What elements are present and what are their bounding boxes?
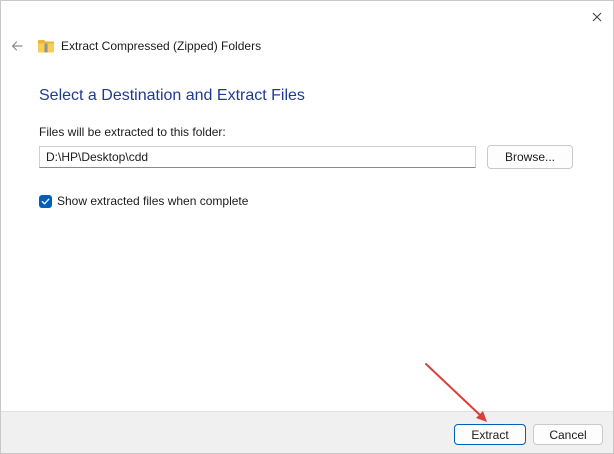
dialog-header: Extract Compressed (Zipped) Folders xyxy=(7,35,261,57)
cancel-button[interactable]: Cancel xyxy=(533,424,603,445)
dialog-footer: Extract Cancel xyxy=(1,411,613,453)
extract-button[interactable]: Extract xyxy=(454,424,526,445)
close-button[interactable] xyxy=(587,7,607,27)
checkmark-icon xyxy=(41,198,50,204)
browse-button[interactable]: Browse... xyxy=(487,145,573,169)
window-title: Extract Compressed (Zipped) Folders xyxy=(61,39,262,53)
page-heading: Select a Destination and Extract Files xyxy=(39,87,305,104)
destination-path-input[interactable] xyxy=(39,146,476,168)
back-button[interactable] xyxy=(7,36,27,56)
window-title-group: Extract Compressed (Zipped) Folders xyxy=(37,38,261,54)
zipped-folder-icon xyxy=(38,40,54,53)
destination-label: Files will be extracted to this folder: xyxy=(39,125,226,139)
show-extracted-files-option[interactable]: Show extracted files when complete xyxy=(39,193,248,209)
extract-dialog: Extract Compressed (Zipped) Folders Sele… xyxy=(0,0,614,454)
close-icon xyxy=(592,12,602,22)
back-arrow-icon xyxy=(11,41,23,51)
show-extracted-files-label: Show extracted files when complete xyxy=(57,194,249,208)
show-extracted-files-checkbox[interactable] xyxy=(39,194,52,208)
